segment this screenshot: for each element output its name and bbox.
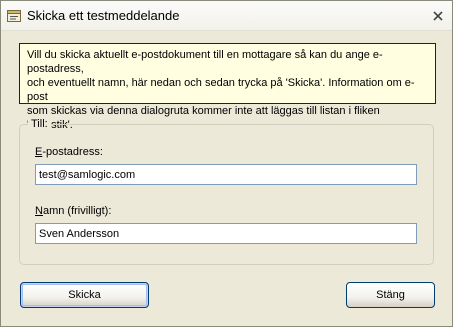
title-bar[interactable]: Skicka ett testmeddelande <box>1 1 452 31</box>
info-line-2: och eventuellt namn, här nedan och sedan… <box>27 77 415 103</box>
info-line-1: Vill du skicka aktuellt e-postdokument t… <box>27 49 383 75</box>
email-label-text: -postadress: <box>42 146 103 158</box>
email-input[interactable] <box>35 164 417 185</box>
dialog-title: Skicka ett testmeddelande <box>27 8 180 23</box>
name-label-mnemonic: N <box>35 205 43 217</box>
dialog-window: Skicka ett testmeddelande Vill du skicka… <box>0 0 453 327</box>
recipient-group-legend: Till: <box>28 118 51 131</box>
email-label: E-postadress: <box>35 146 103 158</box>
recipient-groupbox: Till: E-postadress: Namn (frivilligt): <box>19 118 434 265</box>
info-message: Vill du skicka aktuellt e-postdokument t… <box>19 43 436 131</box>
name-label: Namn (frivilligt): <box>35 205 111 217</box>
close-icon[interactable] <box>430 9 446 23</box>
name-label-text: amn (frivilligt): <box>42 205 112 217</box>
send-button[interactable]: Skicka <box>20 282 149 308</box>
dialog-app-icon <box>7 10 21 22</box>
close-button[interactable]: Stäng <box>346 282 435 308</box>
name-input[interactable] <box>35 223 417 244</box>
